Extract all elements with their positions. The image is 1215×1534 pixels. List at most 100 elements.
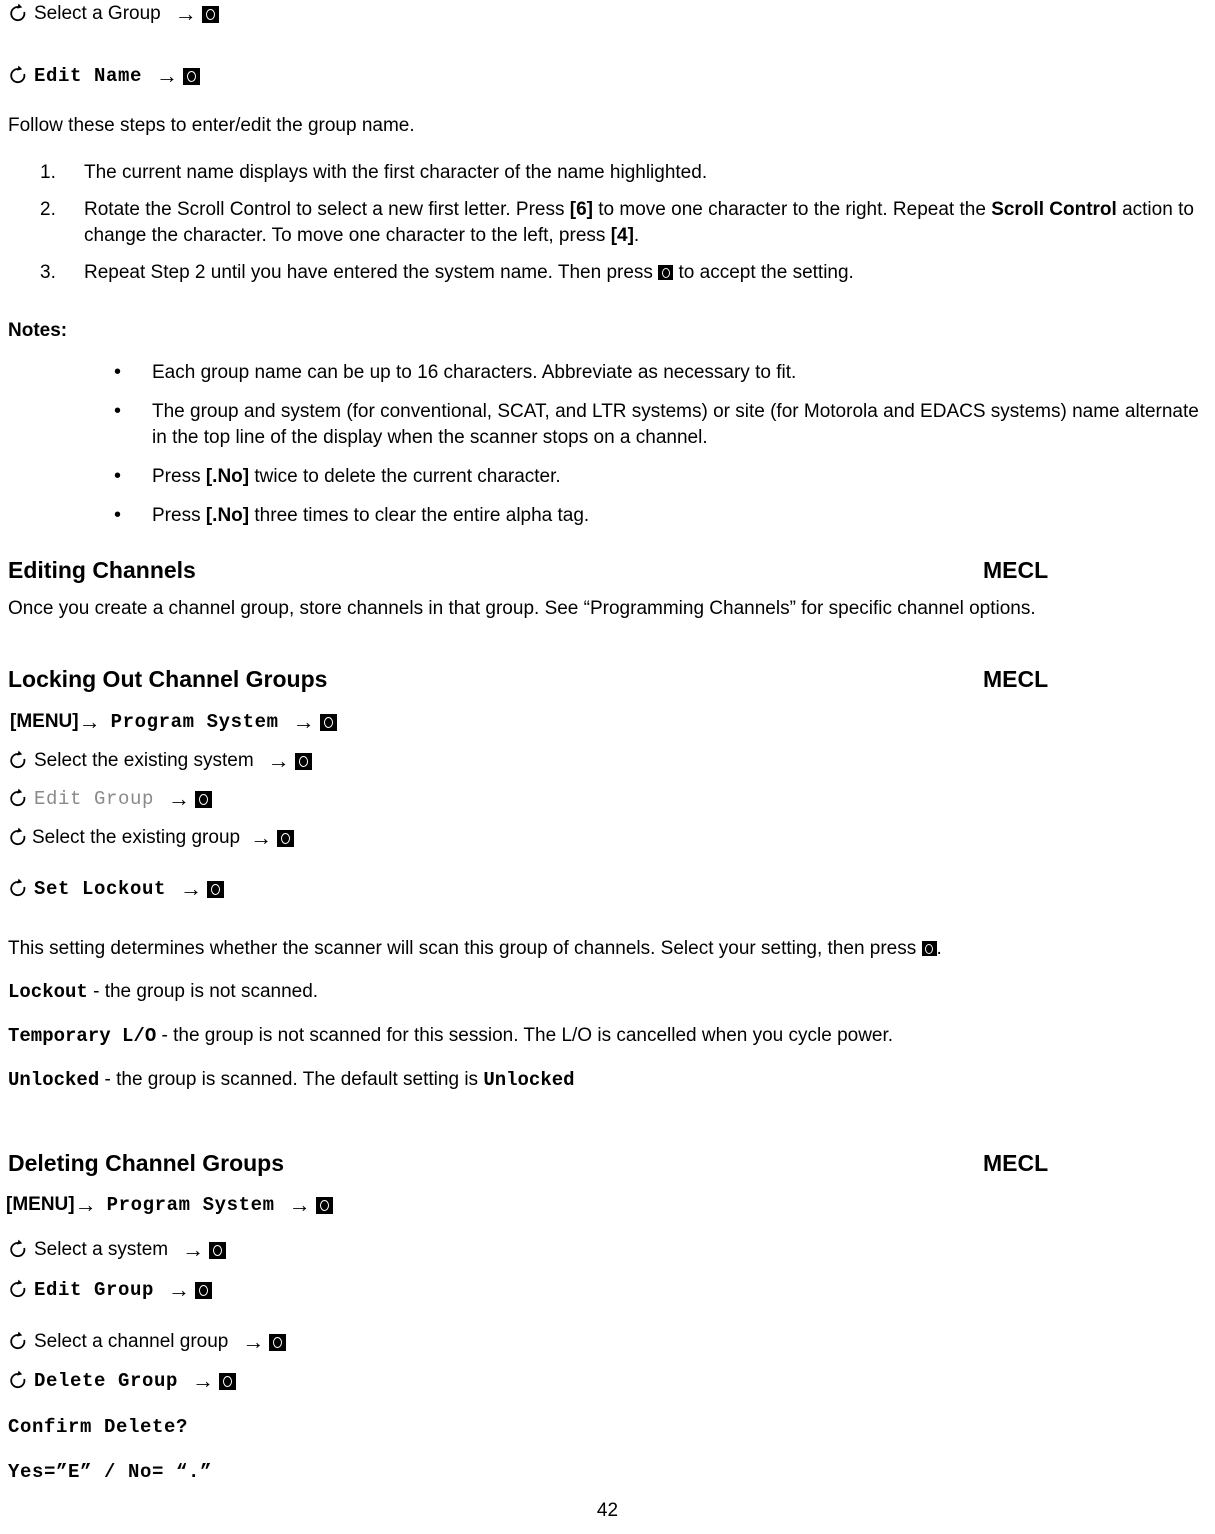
confirm-delete-prompt: Confirm Delete? xyxy=(8,1416,189,1438)
enter-key-icon xyxy=(183,67,201,85)
enter-key-icon xyxy=(277,829,295,847)
step-number: 1. xyxy=(40,162,56,183)
nav-line-edit-group: Edit Group → xyxy=(8,1277,213,1302)
nav-label: Edit Group xyxy=(34,1279,155,1301)
editing-channels-body: Once you create a channel group, store c… xyxy=(8,598,1036,619)
nav-label: Select the existing system xyxy=(34,750,254,771)
nav-line-select-a-system: Select a system → xyxy=(8,1237,227,1262)
nav-line-edit-name: Edit Name → xyxy=(8,63,201,88)
enter-key-icon xyxy=(658,265,674,280)
nav-label: Select a Group xyxy=(34,3,161,24)
nav-label: Select the existing group xyxy=(32,827,241,848)
rotate-scroll-icon xyxy=(8,65,28,87)
step-number: 2. xyxy=(40,199,56,220)
nav-label: Program System xyxy=(110,711,279,733)
bullet-icon: • xyxy=(114,361,122,383)
rotate-scroll-icon xyxy=(8,1331,28,1353)
list-item: • Press [.No] twice to delete the curren… xyxy=(0,464,1207,490)
nav-line-menu-program-system-delete: [MENU] → Program System → xyxy=(6,1193,333,1217)
enter-key-icon xyxy=(201,5,219,23)
nav-label: Select a system xyxy=(34,1239,169,1260)
list-item: 2. Rotate the Scroll Control to select a… xyxy=(0,197,1207,249)
right-arrow-icon: → xyxy=(168,1277,191,1302)
nav-label: Edit Group xyxy=(34,788,155,810)
document-page: Select a Group → Edit Name → Follow thes… xyxy=(0,0,1215,1534)
notes-list: • Each group name can be up to 16 charac… xyxy=(0,360,1207,542)
bullet-icon: • xyxy=(114,504,122,526)
right-arrow-icon: → xyxy=(78,709,101,734)
notes-label: Notes: xyxy=(8,320,68,341)
nav-line-select-existing-system: Select the existing system → xyxy=(8,749,312,773)
rotate-scroll-icon xyxy=(8,750,28,772)
nav-label: Edit Name xyxy=(34,65,143,87)
list-item: 3. Repeat Step 2 until you have entered … xyxy=(0,260,1207,286)
right-arrow-icon: → xyxy=(250,825,273,850)
heading-right-label: MECL xyxy=(983,666,1049,692)
heading-deleting-channel-groups: Deleting Channel Groups xyxy=(8,1150,285,1176)
nav-line-select-a-channel-group: Select a channel group → xyxy=(8,1329,287,1354)
intro-paragraph: Follow these steps to enter/edit the gro… xyxy=(8,115,415,136)
list-item: • Press [.No] three times to clear the e… xyxy=(0,503,1207,529)
right-arrow-icon: → xyxy=(192,1368,215,1393)
enter-key-icon xyxy=(207,880,225,898)
right-arrow-icon: → xyxy=(74,1192,97,1217)
right-arrow-icon: → xyxy=(288,1192,311,1217)
right-arrow-icon: → xyxy=(182,1237,205,1262)
heading-editing-channels: Editing Channels xyxy=(8,557,196,583)
note-text: Press [.No] three times to clear the ent… xyxy=(152,505,590,526)
right-arrow-icon: → xyxy=(156,63,179,88)
lockout-option-temporary: Temporary L/O - the group is not scanned… xyxy=(8,1025,894,1047)
right-arrow-icon: → xyxy=(292,709,315,734)
yes-no-prompt: Yes=”E” / No= “.” xyxy=(8,1461,213,1483)
heading-locking-out-channel-groups: Locking Out Channel Groups xyxy=(8,666,328,692)
lockout-option-lockout: Lockout - the group is not scanned. xyxy=(8,981,319,1003)
heading-right-label: MECL xyxy=(983,557,1049,583)
rotate-scroll-icon xyxy=(8,3,28,25)
enter-key-icon xyxy=(315,1196,333,1214)
rotate-scroll-icon xyxy=(8,878,28,900)
nav-line-select-existing-group: Select the existing group → xyxy=(8,825,295,850)
step-text: Rotate the Scroll Control to select a ne… xyxy=(84,199,1194,246)
steps-list: 1. The current name displays with the fi… xyxy=(0,160,1207,297)
rotate-scroll-icon xyxy=(8,788,28,810)
enter-key-icon xyxy=(269,1333,287,1351)
note-text: Each group name can be up to 16 characte… xyxy=(152,362,797,383)
rotate-scroll-icon xyxy=(8,1239,28,1261)
note-text: Press [.No] twice to delete the current … xyxy=(152,466,561,487)
enter-key-icon xyxy=(195,790,213,808)
nav-label: Program System xyxy=(106,1194,275,1216)
enter-key-icon xyxy=(319,713,337,731)
nav-label: Delete Group xyxy=(34,1370,179,1392)
step-text: Repeat Step 2 until you have entered the… xyxy=(84,262,854,283)
list-item: • The group and system (for conventional… xyxy=(0,399,1207,451)
nav-label: Set Lockout xyxy=(34,878,167,900)
heading-right-label: MECL xyxy=(983,1150,1049,1176)
lockout-intro-paragraph: This setting determines whether the scan… xyxy=(8,938,942,959)
nav-label: Select a channel group xyxy=(34,1331,229,1352)
enter-key-icon xyxy=(921,941,937,956)
rotate-scroll-icon xyxy=(8,1370,28,1392)
list-item: • Each group name can be up to 16 charac… xyxy=(0,360,1207,386)
nav-line-set-lockout: Set Lockout → xyxy=(8,876,225,901)
right-arrow-icon: → xyxy=(180,876,203,901)
menu-key-label: [MENU] xyxy=(6,1194,75,1215)
bullet-icon: • xyxy=(114,400,122,422)
right-arrow-icon: → xyxy=(174,1,197,26)
list-item: 1. The current name displays with the fi… xyxy=(0,160,1207,186)
enter-key-icon xyxy=(209,1241,227,1259)
right-arrow-icon: → xyxy=(267,748,290,773)
rotate-scroll-icon xyxy=(8,827,28,849)
page-number: 42 xyxy=(596,1500,619,1521)
step-text: The current name displays with the first… xyxy=(84,162,708,183)
lockout-option-unlocked: Unlocked - the group is scanned. The def… xyxy=(8,1069,575,1091)
note-text: The group and system (for conventional, … xyxy=(152,401,1199,448)
nav-line-select-a-group: Select a Group → xyxy=(8,2,219,26)
rotate-scroll-icon xyxy=(8,1279,28,1301)
right-arrow-icon: → xyxy=(168,786,191,811)
nav-line-edit-group-disabled: Edit Group → xyxy=(8,786,213,811)
menu-key-label: [MENU] xyxy=(10,711,79,732)
enter-key-icon xyxy=(219,1372,237,1390)
right-arrow-icon: → xyxy=(242,1329,265,1354)
enter-key-icon xyxy=(294,752,312,770)
nav-line-menu-program-system: [MENU] → Program System → xyxy=(10,710,337,734)
